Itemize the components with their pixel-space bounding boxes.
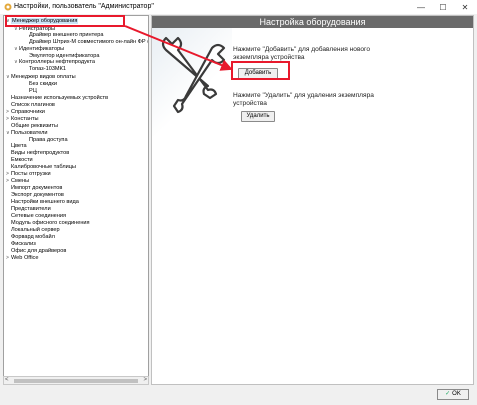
equipment-settings-panel: Настройка оборудования Нажмите "Добавить… [151, 15, 474, 385]
panel-header: Настройка оборудования [152, 16, 473, 28]
tree-item-label: Менеджер оборудования [11, 18, 79, 24]
tree-item[interactable]: Топаз-103МК1 [24, 65, 66, 73]
maximize-button[interactable]: ☐ [432, 0, 454, 14]
ok-check-icon: ✓ [445, 391, 451, 397]
add-hint-text: Нажмите "Добавить" для добавления нового… [233, 46, 370, 61]
minimize-button[interactable]: — [410, 0, 432, 14]
scrollbar-thumb[interactable] [14, 379, 138, 383]
scroll-left-icon[interactable]: < [5, 377, 9, 383]
tree-item-label: Топаз-103МК1 [29, 66, 66, 72]
tree-item[interactable]: ∨ Менеджер оборудования [6, 17, 79, 25]
remove-button[interactable]: Удалить [241, 111, 275, 122]
tree-item-label: Права доступа [29, 137, 68, 143]
close-button[interactable]: ✕ [454, 0, 476, 14]
tree-item-label: Web Office [11, 255, 39, 261]
app-icon [4, 3, 12, 11]
remove-hint-text: Нажмите "Удалить" для удаления экземпляр… [233, 92, 374, 107]
settings-window: Настройки, пользователь "Администратор" … [0, 0, 477, 405]
ok-button-label: OK [452, 391, 461, 397]
scroll-right-icon[interactable]: > [143, 377, 147, 383]
add-button[interactable]: Добавить [238, 68, 278, 79]
ok-button[interactable]: ✓ OK [437, 389, 469, 400]
wrench-illustration-icon [152, 28, 232, 136]
settings-tree: ∨ Менеджер оборудования ∨Регистраторы Драйв… [3, 15, 149, 385]
tree-item[interactable]: Права доступа [24, 136, 68, 144]
tree-horizontal-scrollbar[interactable]: < > [3, 376, 149, 385]
window-title: Настройки, пользователь "Администратор" [14, 3, 154, 10]
title-bar: Настройки, пользователь "Администратор" … [0, 0, 477, 14]
panel-title: Настройка оборудования [259, 17, 366, 27]
tree-item[interactable]: > Web Office [6, 254, 38, 262]
